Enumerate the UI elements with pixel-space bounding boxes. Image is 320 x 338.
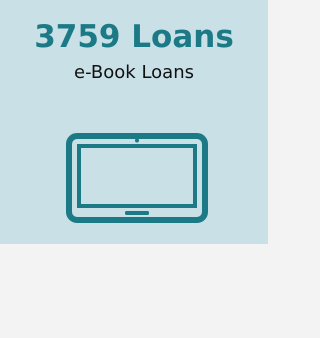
tablet-icon — [66, 133, 208, 223]
loans-count: 3759 Loans — [34, 19, 234, 55]
ebook-loans-card: 3759 Loans e-Book Loans — [0, 0, 268, 244]
page-background — [0, 244, 276, 338]
loans-subtitle: e-Book Loans — [74, 62, 194, 83]
